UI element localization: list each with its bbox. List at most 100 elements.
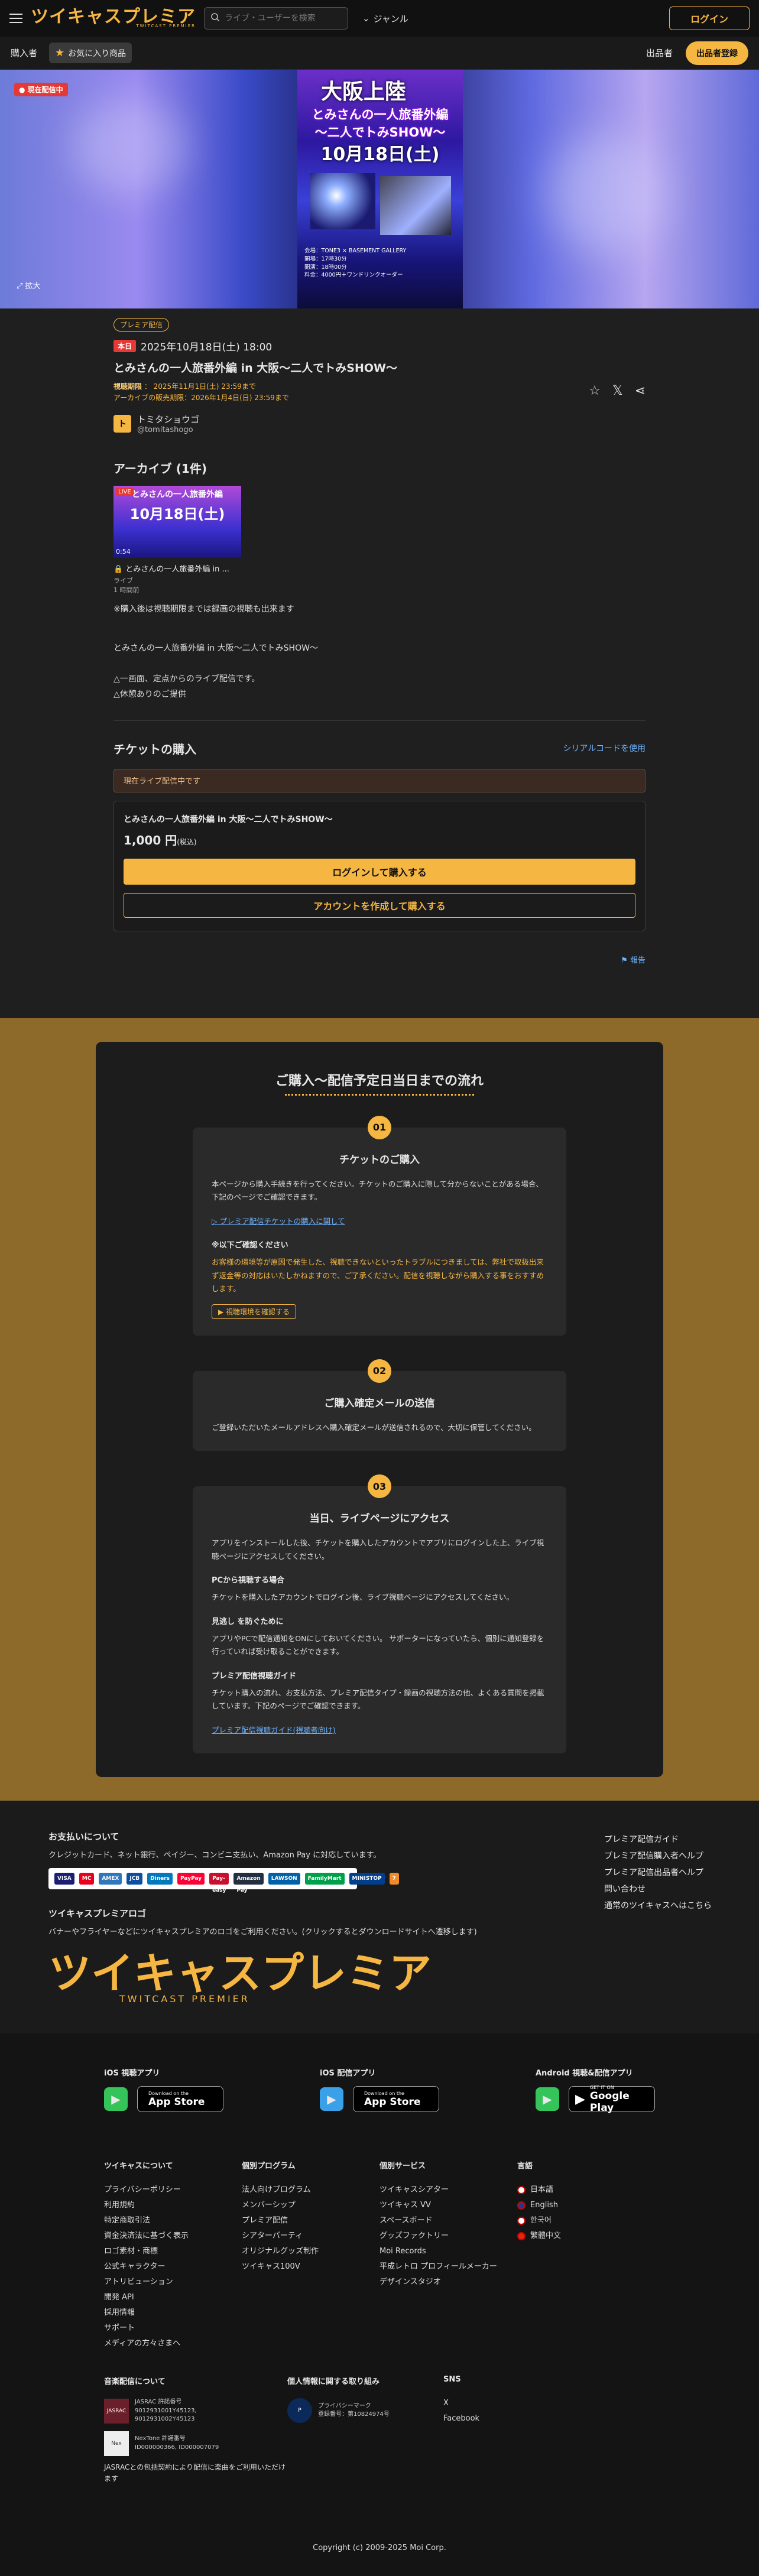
premier-logo[interactable]: ツイキャスプレミア TWITCAST PREMIER [48, 1952, 477, 2004]
warning-text: お客様の環境等が原因で発生した、視聴できないといったトラブルにつきましては、弊社… [212, 1258, 544, 1294]
footer-link[interactable]: スペースボード [380, 2213, 517, 2229]
payment-method-badge: VISA [54, 1873, 74, 1885]
payment-method-badge: FamilyMart [304, 1873, 345, 1885]
footer-link[interactable]: 公式キャラクター [104, 2259, 242, 2275]
footer-link[interactable]: メンバーシップ [242, 2198, 380, 2213]
footer-link[interactable]: デザインスタジオ [380, 2275, 517, 2290]
sub-navigation: 購入者 ★ お気に入り商品 出品者 出品者登録 [0, 37, 759, 70]
favorite-star-icon[interactable]: ☆ [589, 384, 601, 398]
footer-link[interactable]: サポート [104, 2321, 242, 2336]
seller-register-button[interactable]: 出品者登録 [686, 41, 748, 65]
footer-link[interactable]: アトリビューション [104, 2275, 242, 2290]
buyer-link[interactable]: 購入者 [11, 47, 37, 59]
thumb-line1: とみさんの一人旅番外編 [132, 490, 223, 500]
footer-link-col: 個別プログラム 法人向けプログラム メンバーシップ プレミア配信 シアターパーティ オリジ… [242, 2159, 380, 2351]
ticket-purchase-help-link[interactable]: ▷ プレミア配信チケットの購入に関して [212, 1217, 345, 1226]
footer-link[interactable]: 開発 API [104, 2290, 242, 2305]
share-icon[interactable]: ⋖ [635, 384, 646, 398]
favorites-button[interactable]: ★ お気に入り商品 [49, 43, 132, 63]
footer-link[interactable]: 採用情報 [104, 2305, 242, 2321]
serial-code-link[interactable]: シリアルコードを使用 [563, 742, 646, 754]
check-environment-button[interactable]: ▶ 視聴環境を確認する [212, 1304, 297, 1319]
step-title: 当日、ライブページにアクセス [309, 1513, 450, 1525]
poster-title: 大阪上陸 [321, 80, 407, 104]
purchase-flow-section: ご購入〜配信予定日当日までの流れ 01 チケットのご購入 本ページから購入手続き… [0, 1018, 759, 1801]
footer-link[interactable]: ツイキャス VV [380, 2198, 517, 2213]
footer-link[interactable]: 法人向けプログラム [242, 2182, 380, 2198]
chevron-down-icon: ⌄ [362, 13, 370, 24]
archive-thumbnail[interactable]: LIVE とみさんの一人旅番外編 10月18日(土) 0:54 [113, 486, 241, 558]
step-text: チケットを購入したアカウントでログイン後、ライブ視聴ページにアクセスしてください… [212, 1593, 514, 1602]
poster-date: 10月18日(土) [320, 144, 440, 165]
live-now-badge: ● 現在配信中 [14, 83, 68, 96]
jasrac-note: JASRACとの包括契約により配信に楽曲をご利用いただけます [104, 2463, 286, 2483]
logo-desc: バナーやフライヤーなどにツイキャスプレミアのロゴをご利用ください。(クリックする… [48, 1928, 477, 1937]
language-option[interactable]: 한국어 [517, 2213, 655, 2229]
sns-link[interactable]: X [443, 2396, 605, 2411]
privacy-mark[interactable]: P プライバシーマーク 登録番号：第10824974号 [287, 2398, 443, 2424]
step-text: ご登録いただいたメールアドレスへ購入確定メールが送信されるので、大切に保管してく… [212, 1422, 536, 1432]
payment-method-badge: 7 [389, 1873, 399, 1885]
footer-link[interactable]: メディアの方々さまへ [104, 2336, 242, 2351]
favorites-label: お気に入り商品 [68, 48, 126, 59]
flow-step-2: 02 ご購入確定メールの送信 ご登録いただいたメールアドレスへ購入確定メールが送… [193, 1359, 566, 1451]
event-details: プレミア配信 本日 2025年10月18日(土) 18:00 とみさんの一人旅番… [113, 308, 646, 965]
footer-link[interactable]: グッズファクトリー [380, 2229, 517, 2244]
footer-col-title: 個別サービス [380, 2162, 426, 2171]
footer-link[interactable]: プライバシーポリシー [104, 2182, 242, 2198]
app-downloads: iOS 視聴アプリ ▶ Download on the App Store iOS… [104, 2067, 655, 2114]
language-option[interactable]: 日本語 [517, 2182, 655, 2198]
language-option[interactable]: 繁體中文 [517, 2229, 655, 2244]
ticket-card: とみさんの一人旅番外編 in 大阪〜二人でトみSHOW〜 1,000 円(税込)… [113, 800, 646, 931]
app-icon[interactable]: ▶ [536, 2087, 559, 2112]
footer-link[interactable]: プレミア配信 [242, 2213, 380, 2229]
footer-link[interactable]: Moi Records [380, 2244, 517, 2259]
event-poster[interactable]: 大阪上陸 とみさんの一人旅番外編 〜二人でトみSHOW〜 10月18日(土) 会… [297, 70, 463, 308]
footer-col-title: ツイキャスについて [104, 2162, 173, 2171]
login-purchase-button[interactable]: ログインして購入する [124, 858, 635, 885]
archive-name[interactable]: 🔒 とみさんの一人旅番外編 in ... [113, 563, 646, 574]
event-date: 本日 2025年10月18日(土) 18:00 [113, 339, 646, 353]
search-input[interactable] [225, 14, 337, 23]
x-share-icon[interactable]: 𝕏 [612, 384, 623, 398]
step-text: アプリをインストールした後、チケットを購入したアカウントでアプリにログインした上… [212, 1538, 544, 1561]
help-link[interactable]: 通常のツイキャスへはこちら [604, 1898, 712, 1914]
store-badge[interactable]: Download on the App Store [353, 2086, 439, 2113]
app-icon[interactable]: ▶ [320, 2087, 343, 2112]
menu-icon[interactable] [9, 14, 22, 23]
site-logo[interactable]: ツイキャスプレミア TWITCAST PREMIER [31, 8, 196, 28]
expand-button[interactable]: ⤢ 拡大 [17, 280, 41, 291]
store-badge[interactable]: ▶ GET IT ON Google Play [569, 2085, 655, 2114]
ticket-name: とみさんの一人旅番外編 in 大阪〜二人でトみSHOW〜 [124, 814, 333, 824]
help-link[interactable]: プレミア配信出品者ヘルプ [604, 1864, 712, 1881]
language-option[interactable]: English [517, 2198, 655, 2213]
flow-title: ご購入〜配信予定日当日までの流れ [275, 1073, 484, 1089]
sns-link[interactable]: Facebook [443, 2411, 605, 2426]
footer-link[interactable]: オリジナルグッズ制作 [242, 2244, 380, 2259]
owner-profile[interactable]: ト トミタショウゴ @tomitashogo [113, 413, 646, 434]
store-badge[interactable]: Download on the App Store [137, 2086, 223, 2113]
footer-link[interactable]: 特定商取引法 [104, 2213, 242, 2229]
login-button[interactable]: ログイン [669, 7, 750, 30]
search-box[interactable] [204, 7, 348, 30]
footer-link[interactable]: 利用規約 [104, 2198, 242, 2213]
payment-method-badge: MINISTOP [349, 1873, 385, 1885]
genre-dropdown[interactable]: ⌄ ジャンル [362, 12, 408, 25]
viewing-guide-link[interactable]: プレミア配信視聴ガイド(視聴者向け) [212, 1726, 336, 1734]
flag-icon [517, 2217, 526, 2226]
footer-link[interactable]: ロゴ素材・商標 [104, 2244, 242, 2259]
footer-link[interactable]: ツイキャスシアター [380, 2182, 517, 2198]
footer-link[interactable]: 資金決済法に基づく表示 [104, 2229, 242, 2244]
avatar: ト [113, 415, 131, 433]
footer-link[interactable]: シアターパーティ [242, 2229, 380, 2244]
help-link[interactable]: 問い合わせ [604, 1881, 712, 1898]
footer-link[interactable]: 平成レトロ プロフィールメーカー [380, 2259, 517, 2275]
seller-link[interactable]: 出品者 [646, 47, 673, 59]
footer-link[interactable]: ツイキャス100V [242, 2259, 380, 2275]
report-link[interactable]: ⚑ 報告 [113, 954, 646, 965]
create-account-purchase-button[interactable]: アカウントを作成して購入する [124, 892, 635, 918]
help-link[interactable]: プレミア配信購入者ヘルプ [604, 1848, 712, 1864]
help-link[interactable]: プレミア配信ガイド [604, 1831, 712, 1848]
app-icon[interactable]: ▶ [104, 2087, 128, 2112]
logo-title: ツイキャスプレミアロゴ [48, 1908, 147, 1919]
